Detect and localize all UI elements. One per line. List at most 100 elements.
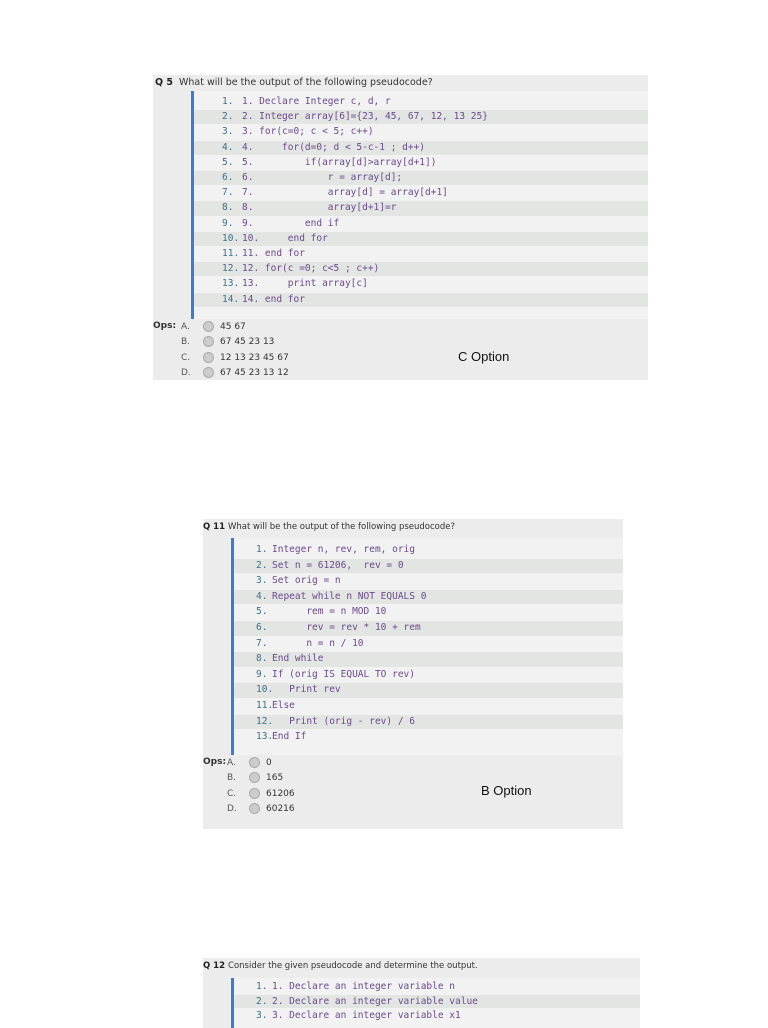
option-text: 45 67 bbox=[220, 322, 246, 332]
radio-button[interactable] bbox=[249, 757, 260, 768]
question-5-screenshot: Q 5 What will be the output of the follow… bbox=[153, 75, 648, 380]
question-header: Q 11 What will be the output of the follo… bbox=[203, 522, 455, 532]
line-number: 2. bbox=[256, 559, 268, 571]
code-text: 8. array[d+1]=r bbox=[242, 202, 397, 214]
code-text: 3. Declare an integer variable x1 bbox=[272, 1010, 461, 1021]
answer-note: C Option bbox=[458, 349, 510, 364]
option-a[interactable]: A. 0 bbox=[227, 757, 272, 768]
line-number: 14. bbox=[222, 293, 240, 305]
line-number: 8. bbox=[222, 202, 234, 214]
line-number: 9. bbox=[256, 668, 268, 680]
code-text: Integer n, rev, rem, orig bbox=[272, 544, 415, 555]
code-text: rem = n MOD 10 bbox=[272, 606, 387, 618]
code-line: 8. 8. array[d+1]=r bbox=[194, 201, 648, 216]
option-text: 67 45 23 13 bbox=[220, 337, 275, 348]
code-line: 1. Integer n, rev, rem, orig bbox=[234, 543, 623, 558]
code-block: 1. 1. Declare Integer c, d, r 2. 2. Integer… bbox=[191, 91, 648, 319]
line-number: 10. bbox=[222, 232, 240, 244]
line-number: 4. bbox=[222, 141, 234, 153]
option-b[interactable]: B. 165 bbox=[227, 772, 283, 784]
option-a[interactable]: A. 45 67 bbox=[181, 321, 246, 332]
code-line: 2. 2. Integer array[6]={23, 45, 67, 12, 1… bbox=[194, 110, 648, 125]
radio-button[interactable] bbox=[203, 351, 214, 363]
code-line: 1. 1. Declare an integer variable n bbox=[234, 980, 640, 994]
radio-button[interactable] bbox=[249, 787, 260, 799]
code-text: 2. Integer array[6]={23, 45, 67, 12, 13 … bbox=[242, 111, 488, 123]
code-text: 7. array[d] = array[d+1] bbox=[242, 187, 448, 199]
option-text: 67 45 23 13 12 bbox=[220, 367, 289, 378]
option-c[interactable]: C. 61206 bbox=[227, 787, 295, 799]
radio-button[interactable] bbox=[203, 366, 214, 378]
ops-label: Ops: bbox=[153, 321, 177, 331]
code-text: 3. for(c=0; c < 5; c++) bbox=[242, 126, 374, 138]
code-text: 14. end for bbox=[242, 293, 305, 305]
line-number: 4. bbox=[256, 590, 268, 602]
code-text: 2. Declare an integer variable value bbox=[272, 995, 478, 1007]
option-text: 12 13 23 45 67 bbox=[220, 352, 289, 363]
code-line: 14. 14. end for bbox=[194, 292, 648, 307]
option-letter: A. bbox=[227, 758, 236, 768]
code-line: 7. 7. array[d] = array[d+1] bbox=[194, 186, 648, 200]
option-d[interactable]: D. 67 45 23 13 12 bbox=[181, 366, 289, 378]
line-number: 8. bbox=[256, 653, 268, 665]
code-line: 13. End If bbox=[234, 730, 623, 745]
line-number: 10. bbox=[256, 684, 274, 696]
line-number: 12. bbox=[256, 715, 274, 727]
code-text: End If bbox=[272, 731, 307, 743]
option-text: 61206 bbox=[266, 788, 295, 799]
code-text: If (orig IS EQUAL TO rev) bbox=[272, 668, 415, 680]
question-text: Consider the given pseudocode and determ… bbox=[228, 961, 478, 971]
code-line: 11. 11. end for bbox=[194, 247, 648, 261]
code-line: 4. 4. for(d=0; d < 5-c-1 ; d++) bbox=[194, 140, 648, 155]
line-number: 1. bbox=[256, 981, 268, 992]
radio-button[interactable] bbox=[249, 802, 260, 814]
code-text: 5. if(array[d]>array[d+1]) bbox=[242, 156, 437, 168]
code-text: Set orig = n bbox=[272, 575, 341, 587]
code-line: 10. 10. end for bbox=[194, 231, 648, 246]
code-text: 6. r = array[d]; bbox=[242, 172, 403, 183]
radio-button[interactable] bbox=[249, 772, 260, 784]
option-letter: D. bbox=[227, 803, 237, 814]
line-number: 5. bbox=[256, 606, 268, 618]
code-line: 7. n = n / 10 bbox=[234, 637, 623, 652]
answer-note: B Option bbox=[481, 783, 532, 798]
code-block: 1. 1. Declare an integer variable n 2. 2. D… bbox=[231, 978, 640, 1028]
option-c[interactable]: C. 12 13 23 45 67 bbox=[181, 351, 289, 363]
line-number: 5. bbox=[222, 156, 234, 168]
code-line: 2. Set n = 61206, rev = 0 bbox=[234, 558, 623, 574]
code-block: 1. Integer n, rev, rem, orig 2. Set n = 612… bbox=[231, 538, 623, 755]
line-number: 1. bbox=[256, 544, 268, 555]
option-text: 0 bbox=[266, 758, 272, 768]
code-text: Print rev bbox=[272, 684, 341, 696]
code-text: Set n = 61206, rev = 0 bbox=[272, 559, 404, 571]
option-letter: B. bbox=[227, 773, 237, 784]
question-header: Q 12 Consider the given pseudocode and de… bbox=[203, 961, 478, 971]
code-line: 8. End while bbox=[234, 652, 623, 667]
code-line: 2. 2. Declare an integer variable value bbox=[234, 994, 640, 1008]
radio-button[interactable] bbox=[203, 336, 214, 348]
question-number: Q 5 bbox=[155, 77, 173, 88]
code-line: 10. Print rev bbox=[234, 683, 623, 698]
option-letter: A. bbox=[181, 322, 190, 332]
line-number: 11. bbox=[256, 700, 274, 711]
radio-button[interactable] bbox=[203, 321, 214, 332]
code-line: 1. 1. Declare Integer c, d, r bbox=[194, 95, 648, 109]
code-text: 1. Declare Integer c, d, r bbox=[242, 96, 391, 107]
code-line: 5. rem = n MOD 10 bbox=[234, 605, 623, 620]
option-d[interactable]: D. 60216 bbox=[227, 802, 295, 814]
code-text: rev = rev * 10 + rem bbox=[272, 622, 421, 633]
line-number: 6. bbox=[222, 172, 234, 183]
line-number: 2. bbox=[256, 995, 268, 1007]
option-text: 60216 bbox=[266, 803, 295, 814]
code-line: 13. 13. print array[c] bbox=[194, 277, 648, 291]
line-number: 7. bbox=[222, 187, 234, 199]
question-11-screenshot: Q 11 What will be the output of the follo… bbox=[203, 519, 623, 829]
option-letter: B. bbox=[181, 337, 191, 348]
line-number: 3. bbox=[222, 126, 234, 138]
code-line: 12. 12. for(c =0; c<5 ; c++) bbox=[194, 262, 648, 277]
line-number: 13. bbox=[256, 731, 274, 743]
code-text: 13. print array[c] bbox=[242, 278, 368, 290]
option-b[interactable]: B. 67 45 23 13 bbox=[181, 336, 275, 348]
line-number: 11. bbox=[222, 248, 240, 259]
code-text: 12. for(c =0; c<5 ; c++) bbox=[242, 263, 380, 275]
